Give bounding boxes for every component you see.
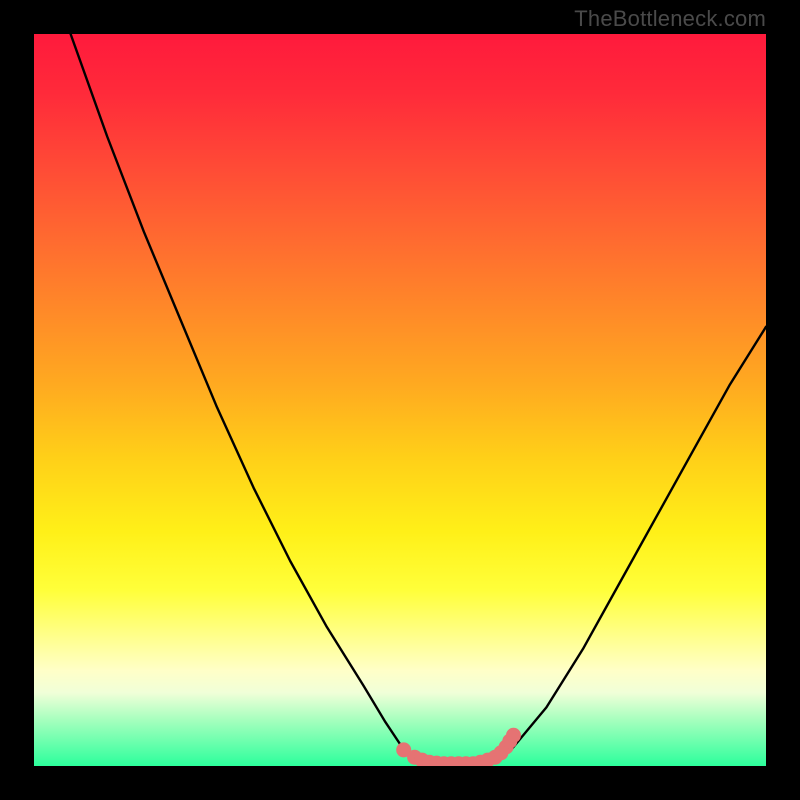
credit-watermark: TheBottleneck.com — [574, 6, 766, 32]
plot-area — [34, 34, 766, 766]
curve-layer — [34, 34, 766, 766]
optimal-range-markers — [396, 728, 521, 766]
marker-dot — [506, 728, 521, 743]
bottleneck-curve — [71, 34, 766, 764]
chart-frame: TheBottleneck.com — [0, 0, 800, 800]
